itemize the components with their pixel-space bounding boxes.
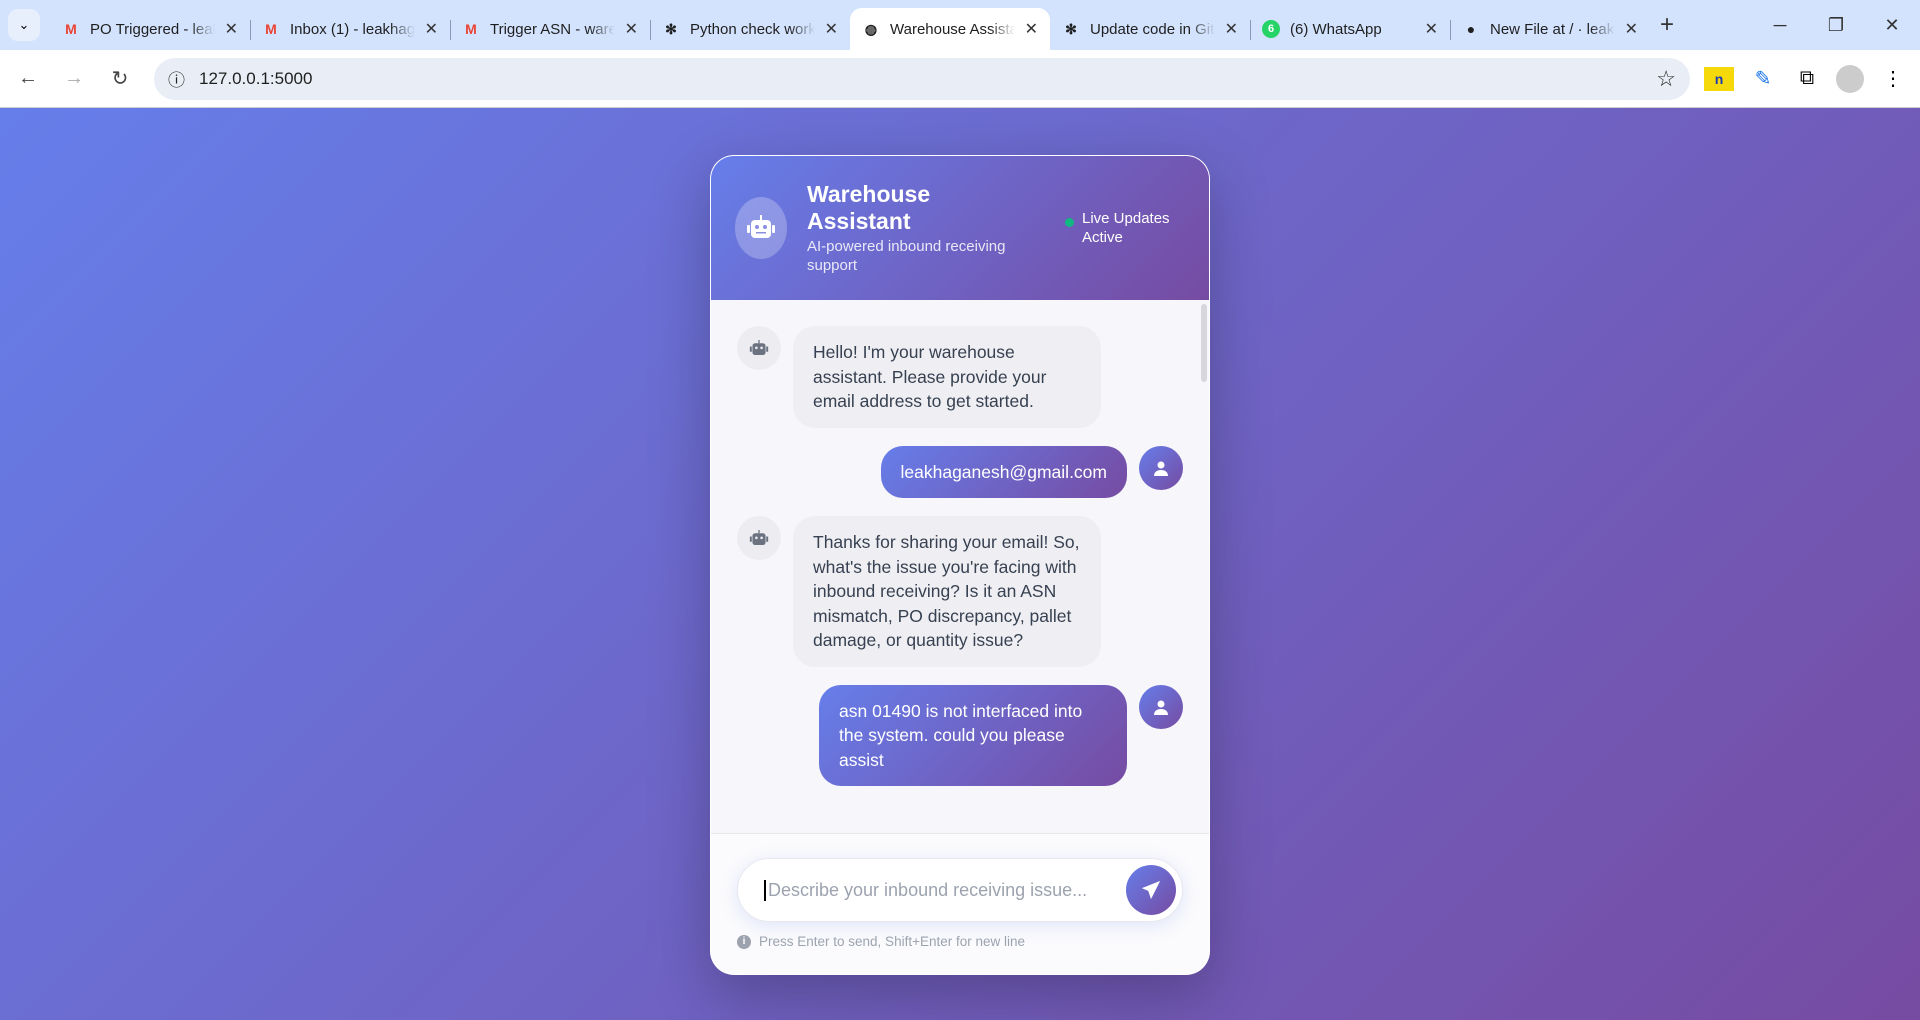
gmail-icon: M [265,21,277,37]
status-dot-icon [1065,218,1074,227]
close-tab-icon[interactable]: ✕ [1025,19,1038,39]
robot-icon [735,197,787,259]
close-tab-icon[interactable]: ✕ [1225,19,1238,39]
message-text: Thanks for sharing your email! So, what'… [793,516,1101,667]
paper-plane-icon [1141,880,1161,900]
gmail-icon: M [465,21,477,37]
profile-avatar[interactable] [1836,64,1864,93]
back-button[interactable]: ← [12,67,44,90]
bot-avatar-icon [737,516,781,560]
omnibox[interactable]: ⓘ 127.0.0.1:5000 ☆ [154,57,1690,100]
info-icon: i [737,934,751,949]
user-message: leakhaganesh@gmail.com [737,445,1183,498]
whatsapp-icon: 6 [1262,20,1280,38]
tab[interactable]: MPO Triggered - leakha✕ [50,8,250,50]
message-input[interactable] [764,879,1126,901]
chat-title: Warehouse Assistant [807,181,931,234]
tab[interactable]: ✻Update code in GitHub✕ [1050,8,1250,50]
address-bar-row: ← → ↻ ⓘ 127.0.0.1:5000 ☆ n ✎ ⧉ ⋮ [0,50,1920,108]
tab-search-button[interactable]: ⌄ [8,9,40,41]
url-text[interactable]: 127.0.0.1:5000 [199,69,312,89]
live-status: Live Updates Active [1065,209,1182,247]
github-icon: ● [1466,21,1476,37]
bookmark-star-icon[interactable]: ☆ [1656,66,1676,92]
tab[interactable]: ✻Python check workflow✕ [650,8,850,50]
globe-icon: ◍ [864,20,878,37]
close-window-button[interactable]: ✕ [1864,15,1920,36]
user-message: asn 01490 is not interfaced into the sys… [737,684,1183,786]
new-tab-button[interactable]: + [1660,11,1674,39]
tab-active[interactable]: ◍Warehouse Assistant✕ [850,8,1050,50]
tab[interactable]: MTrigger ASN - warehouse✕ [450,8,650,50]
message-text: leakhaganesh@gmail.com [880,445,1127,498]
close-tab-icon[interactable]: ✕ [1625,19,1638,39]
close-tab-icon[interactable]: ✕ [625,19,638,39]
user-avatar-icon [1139,684,1183,729]
bot-avatar-icon [737,326,781,370]
tab[interactable]: ●New File at / · leakha✕ [1450,8,1650,50]
forward-button[interactable]: → [58,67,90,90]
chat-window: Warehouse Assistant AI-powered inbound r… [710,155,1210,975]
close-tab-icon[interactable]: ✕ [1425,19,1438,39]
bot-message: Hello! I'm your warehouse assistant. Ple… [737,326,1183,428]
chat-subtitle: AI-powered inbound receiving support [807,238,1006,274]
extension-icon[interactable]: n [1704,66,1734,91]
highlighter-extension-icon[interactable]: ✎ [1748,66,1778,91]
user-avatar-icon [1139,445,1183,490]
minimize-button[interactable]: ─ [1752,15,1808,36]
extensions-puzzle-icon[interactable]: ⧉ [1792,67,1822,90]
tab[interactable]: 6 (6) WhatsApp ✕ [1250,8,1450,50]
close-tab-icon[interactable]: ✕ [425,19,438,39]
tab[interactable]: MInbox (1) - leakhaganesh✕ [250,8,450,50]
openai-icon: ✻ [1065,20,1077,37]
close-tab-icon[interactable]: ✕ [825,19,838,39]
site-info-icon[interactable]: ⓘ [168,66,185,91]
restore-button[interactable]: ❐ [1808,15,1864,36]
gmail-icon: M [65,21,77,37]
menu-kebab-icon[interactable]: ⋮ [1878,66,1908,91]
bot-message: Thanks for sharing your email! So, what'… [737,516,1183,667]
composer: i Press Enter to send, Shift+Enter for ne… [711,833,1209,974]
scrollbar[interactable] [1201,304,1207,382]
composer-hint: Press Enter to send, Shift+Enter for new… [759,934,1026,949]
reload-button[interactable]: ↻ [104,66,136,91]
message-text: asn 01490 is not interfaced into the sys… [819,684,1127,786]
send-button[interactable] [1126,865,1176,915]
close-tab-icon[interactable]: ✕ [225,19,238,39]
message-list[interactable]: Hello! I'm your warehouse assistant. Ple… [711,300,1209,833]
openai-icon: ✻ [665,20,677,37]
message-text: Hello! I'm your warehouse assistant. Ple… [793,326,1101,428]
chat-header: Warehouse Assistant AI-powered inbound r… [711,156,1209,300]
page-background: Warehouse Assistant AI-powered inbound r… [0,108,1920,1020]
tab-strip: ⌄ MPO Triggered - leakha✕ MInbox (1) - l… [0,0,1920,50]
